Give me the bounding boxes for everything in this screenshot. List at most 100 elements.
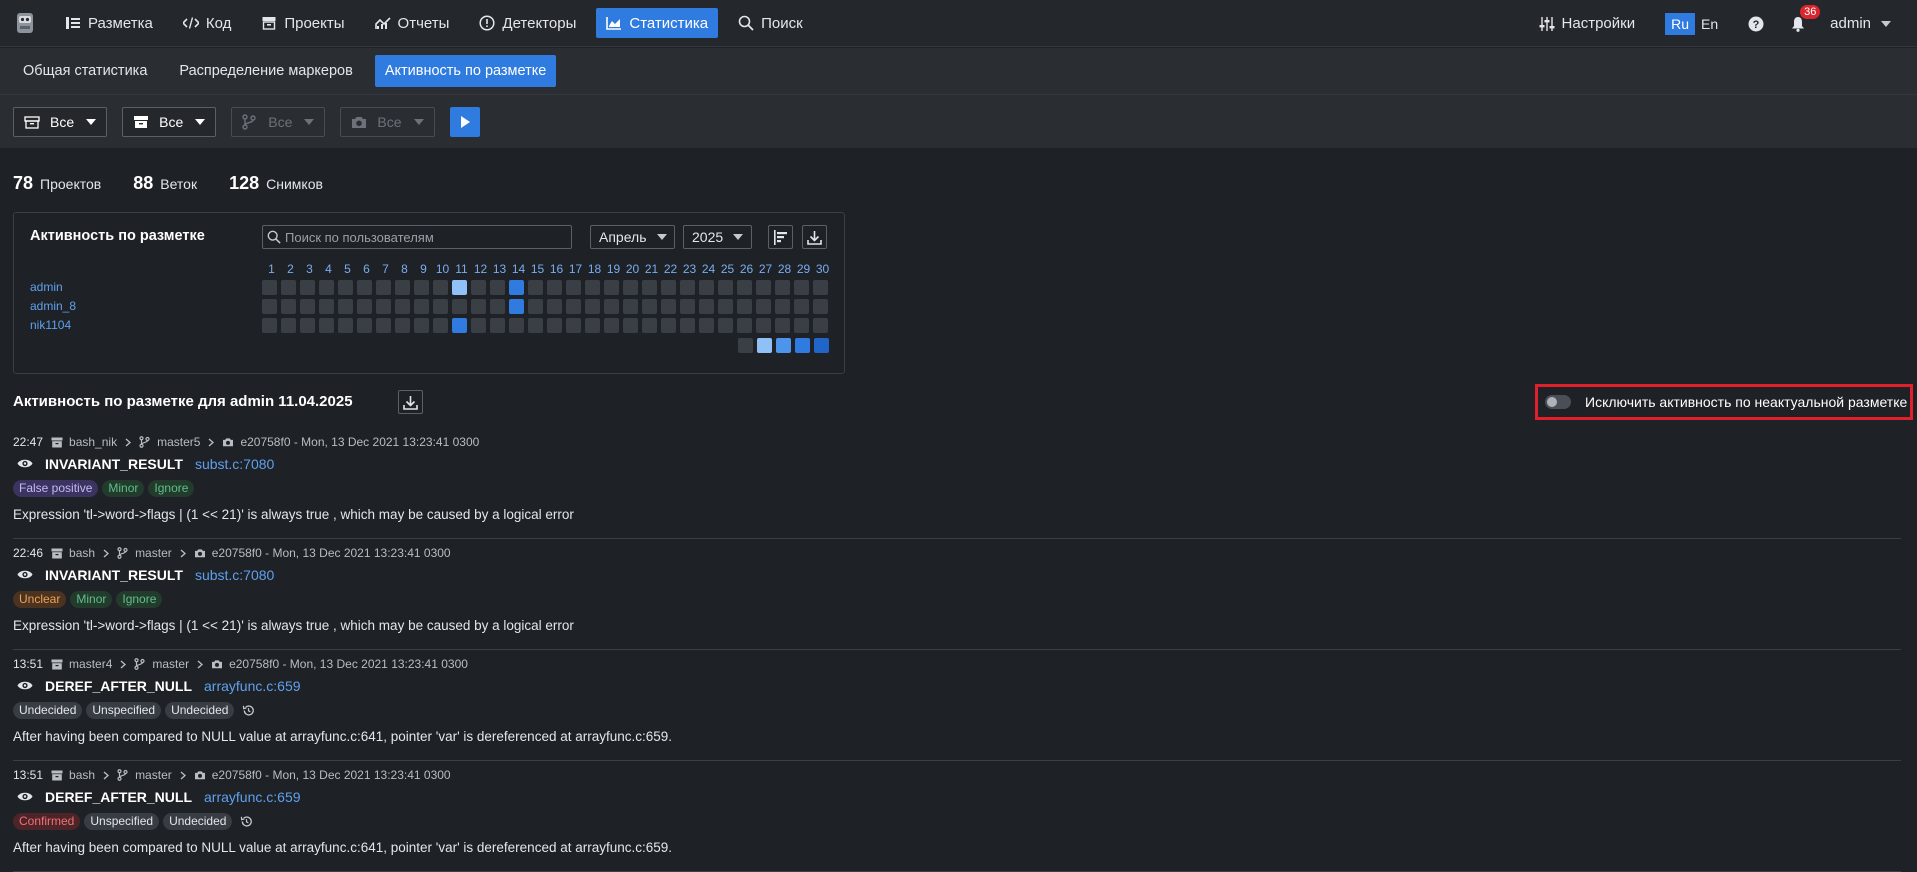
svg-text:?: ? <box>1753 19 1760 31</box>
entry-project[interactable]: master4 <box>69 657 112 671</box>
heatmap-cell[interactable] <box>452 280 467 295</box>
eye-icon[interactable] <box>17 680 33 692</box>
nav-code[interactable]: Код <box>173 8 242 38</box>
heatmap-cell <box>490 280 505 295</box>
heatmap-cell <box>414 280 429 295</box>
heatmap-cell[interactable] <box>509 280 524 295</box>
entry-project[interactable]: bash_nik <box>69 435 117 449</box>
user-link-admin_8[interactable]: admin_8 <box>30 297 76 316</box>
entry-location-link[interactable]: arrayfunc.c:659 <box>204 789 301 805</box>
month-select[interactable]: Апрель <box>590 225 675 249</box>
status-tag: Undecided <box>165 702 235 719</box>
day-number: 1 <box>268 262 275 276</box>
day-number: 17 <box>568 262 583 276</box>
lang-en-button[interactable]: En <box>1695 13 1724 35</box>
settings-button[interactable]: Настройки <box>1529 9 1646 39</box>
snapshots-counter: 128 Снимков <box>229 173 323 194</box>
entry-project[interactable]: bash <box>69 768 95 782</box>
user-search-box[interactable] <box>262 225 572 249</box>
heatmap-cell <box>661 318 676 333</box>
entry-branch[interactable]: master <box>135 768 172 782</box>
day-number: 28 <box>777 262 792 276</box>
entry-branch[interactable]: master <box>152 657 189 671</box>
nav-detectors[interactable]: Детекторы <box>469 8 586 38</box>
entry-snapshot[interactable]: e20758f0 - Mon, 13 Dec 2021 13:23:41 030… <box>212 546 451 560</box>
tab-markup-activity[interactable]: Активность по разметке <box>374 55 557 87</box>
settings-label: Настройки <box>1561 15 1636 32</box>
chart-icon <box>606 15 622 31</box>
user-search-input[interactable] <box>285 229 565 245</box>
notifications-button[interactable]: 36 <box>1788 4 1821 34</box>
user-list: admin admin_8 nik1104 <box>30 278 76 335</box>
eye-icon[interactable] <box>17 569 33 581</box>
entry-branch[interactable]: master <box>135 546 172 560</box>
archive-icon <box>51 436 65 448</box>
heatmap-cell <box>604 318 619 333</box>
history-icon[interactable] <box>240 815 254 829</box>
heatmap-cell <box>585 299 600 314</box>
user-menu[interactable]: admin <box>1830 15 1891 32</box>
nav-reports[interactable]: Отчеты <box>365 8 460 38</box>
heatmap-cell <box>737 280 752 295</box>
entry-location-link[interactable]: subst.c:7080 <box>195 567 274 583</box>
app-logo-icon[interactable] <box>13 10 37 36</box>
snapshot-filter-select[interactable]: Все <box>340 106 435 137</box>
day-number: 14 <box>511 262 526 276</box>
summary-counters: 78 Проектов 88 Веток 128 Снимков <box>13 173 355 194</box>
tab-marker-distribution[interactable]: Распределение маркеров <box>169 55 362 87</box>
day-number: 7 <box>382 262 389 276</box>
heatmap-cell <box>338 318 353 333</box>
year-select[interactable]: 2025 <box>683 225 752 249</box>
download-icon <box>807 230 822 245</box>
help-button[interactable]: ? <box>1748 16 1764 32</box>
chevron-right-icon <box>103 770 110 780</box>
eye-icon[interactable] <box>17 458 33 470</box>
user-link-nik1104[interactable]: nik1104 <box>30 316 76 335</box>
heatmap-cell <box>642 318 657 333</box>
entry-location-link[interactable]: subst.c:7080 <box>195 456 274 472</box>
heatmap-cell <box>566 299 581 314</box>
nav-statistics[interactable]: Статистика <box>596 8 719 38</box>
heatmap-cell <box>319 299 334 314</box>
language-switch: Ru En <box>1665 12 1724 35</box>
chevron-right-icon <box>208 437 215 447</box>
heatmap-cell <box>775 299 790 314</box>
heatmap-cell[interactable] <box>509 299 524 314</box>
download-activity-button[interactable] <box>398 390 423 414</box>
entry-location-link[interactable]: arrayfunc.c:659 <box>204 678 301 694</box>
project-filter-select[interactable]: Все <box>13 106 108 137</box>
entry-snapshot[interactable]: e20758f0 - Mon, 13 Dec 2021 13:23:41 030… <box>229 657 468 671</box>
sort-button[interactable] <box>768 225 793 249</box>
heatmap-cell[interactable] <box>452 318 467 333</box>
legend-swatch <box>814 338 829 353</box>
heatmap-cell <box>357 280 372 295</box>
history-icon[interactable] <box>242 704 256 718</box>
entry-snapshot[interactable]: e20758f0 - Mon, 13 Dec 2021 13:23:41 030… <box>212 768 451 782</box>
download-heatmap-button[interactable] <box>802 225 827 249</box>
user-link-admin[interactable]: admin <box>30 278 76 297</box>
branch-filter-select[interactable]: Все <box>231 106 326 137</box>
entry-branch[interactable]: master5 <box>157 435 200 449</box>
chevron-down-icon <box>304 118 315 125</box>
heatmap-cell <box>699 318 714 333</box>
lang-ru-button[interactable]: Ru <box>1665 12 1696 35</box>
nav-projects[interactable]: Проекты <box>251 8 354 38</box>
apply-filters-button[interactable] <box>449 106 480 137</box>
eye-icon[interactable] <box>17 791 33 803</box>
exclude-outdated-switch[interactable] <box>1545 395 1571 409</box>
nav-code-label: Код <box>205 14 232 32</box>
nav-markup[interactable]: Разметка <box>55 8 163 38</box>
entry-checker-row: INVARIANT_RESULT subst.c:7080 <box>17 456 274 472</box>
entry-project[interactable]: bash <box>69 546 95 560</box>
nav-search[interactable]: Поиск <box>728 8 813 38</box>
heatmap-cell <box>680 318 695 333</box>
entry-time: 22:46 <box>13 546 44 560</box>
activity-heatmap-panel: Активность по разметке Апрель 2025 12345… <box>13 212 845 374</box>
top-navbar: Разметка Код Проекты Отчеты Детекторы Ст… <box>0 0 1917 47</box>
tab-general-statistics[interactable]: Общая статистика <box>13 55 157 87</box>
projects-count: 78 <box>13 173 34 193</box>
chevron-right-icon <box>180 548 186 558</box>
day-number: 15 <box>530 262 545 276</box>
archive-filter-select[interactable]: Все <box>122 106 217 137</box>
entry-snapshot[interactable]: e20758f0 - Mon, 13 Dec 2021 13:23:41 030… <box>240 435 479 449</box>
